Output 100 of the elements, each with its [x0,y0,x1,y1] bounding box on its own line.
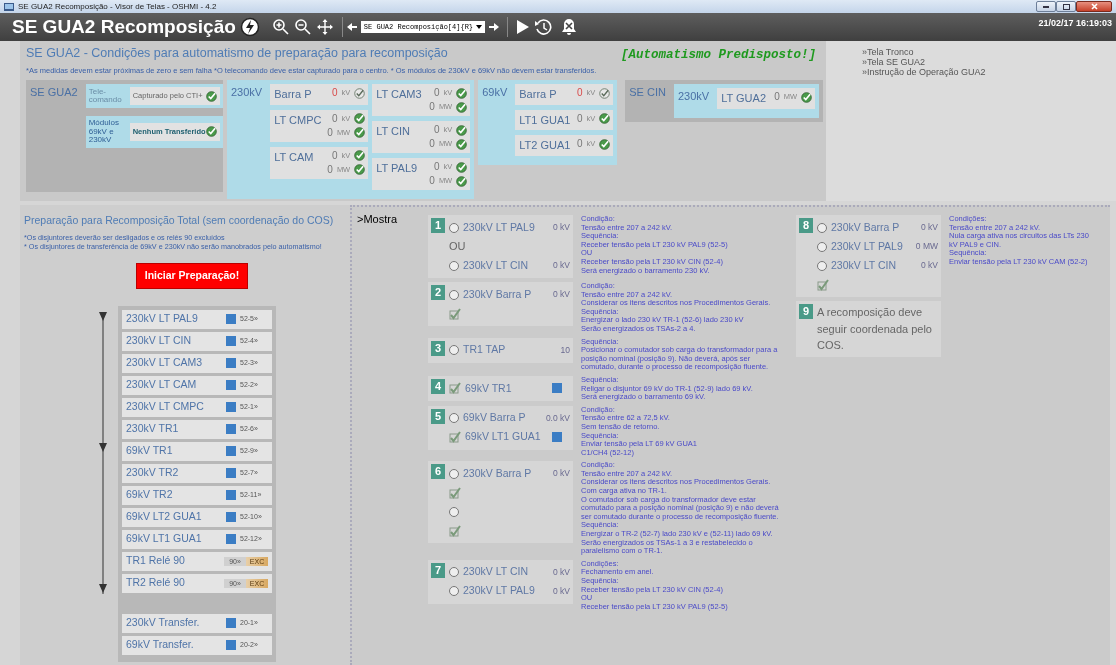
reading-value: 0 [433,86,440,100]
show-link[interactable]: >Mostra [357,211,398,228]
bus-label: 230kV [231,85,263,100]
bus-label: 69kV [482,85,508,100]
minimize-button[interactable] [1036,1,1056,12]
start-button[interactable]: Iniciar Preparação! [136,262,248,289]
checkmark-icon[interactable] [449,431,461,444]
breaker-indicator [226,468,236,479]
reading-value: 0 [433,123,440,137]
date-time: 21/02/17 16:19:03 [1038,17,1112,30]
step-value: 0 kV [553,565,570,579]
breaker-indicator [226,512,236,523]
line-name: LT GUA2 [721,91,766,106]
step-value: 0 kV [553,221,570,234]
zoom-out-icon[interactable] [293,18,312,36]
reading-value: 0 [331,111,338,126]
item-name: 230kV Transfer. [126,615,201,631]
screen-link[interactable]: »Tela SE GUA2 [862,57,1116,67]
reading-value: 0 [331,86,338,100]
reading-value: 0 [429,137,435,151]
breaker-indicator [226,490,236,501]
breaker-indicator [226,640,236,651]
radio-button[interactable] [449,506,459,517]
close-button[interactable] [1076,1,1112,12]
step-label: 230kV Barra P [463,465,532,481]
line-name: LT1 GUA1 [519,112,571,128]
step-value: 0 MW [915,240,938,253]
reading-value: 0 [331,148,338,163]
radio-button[interactable] [817,260,827,271]
line-name: LT CIN [376,124,411,139]
reading-value: 0 [774,90,780,104]
bus-label: 230kV [677,89,710,104]
reading-value: 0 [576,137,583,151]
item-name: TR2 Relé 90 [126,575,186,591]
breaker-indicator [226,618,236,629]
step-label: TR1 TAP [463,342,506,358]
step-label: 69kV Barra P [463,410,526,426]
history-icon[interactable] [533,18,552,36]
item-name: 69kV TR1 [126,443,174,459]
radio-button[interactable] [449,586,459,597]
step-value: 0 kV [553,584,570,598]
checkmark-icon[interactable] [449,307,461,320]
line-name: LT CAM3 [376,87,422,102]
line-name: LT CMPC [274,112,322,128]
step-number: 1 [431,218,445,233]
zoom-in-icon[interactable] [271,18,290,36]
arrow-left-icon[interactable] [346,22,357,32]
step-number: 5 [431,408,445,424]
step-number: 4 [431,378,445,394]
radio-button[interactable] [449,222,459,233]
play-icon[interactable] [515,19,530,35]
step-value: 0 kV [921,259,938,272]
line-name: LT CAM [274,149,314,165]
step-value: 10 [560,343,570,357]
radio-button[interactable] [817,222,827,233]
checkmark-icon[interactable] [449,486,461,499]
bell-off-icon[interactable] [559,18,578,36]
reading-value: 0 [327,125,333,140]
screen-link[interactable]: »Instrução de Operação GUA2 [862,67,1116,77]
maximize-icon [1062,3,1070,10]
checkmark-icon[interactable] [817,278,829,291]
item-name: 230kV LT CAM3 [126,355,204,371]
step-label: 230kV Barra P [831,219,900,235]
radio-button[interactable] [449,289,459,300]
item-name: 230kV TR1 [126,421,180,437]
radio-button[interactable] [449,468,459,479]
step-number: 6 [431,464,445,480]
step-number: 8 [799,218,813,233]
step-value: 0 kV [553,259,570,272]
move-icon[interactable] [315,18,334,36]
arrow-right-icon[interactable] [488,22,499,32]
item-name: 230kV LT CMPC [126,399,205,415]
radio-button[interactable] [449,413,459,424]
step-value: 0 kV [921,221,938,234]
radio-button[interactable] [449,567,459,578]
step-label: 69kV TR1 [465,380,512,396]
step-number: 7 [431,562,445,578]
group-label: SE GUA2 [30,85,78,100]
maximize-button[interactable] [1056,1,1076,12]
step-label: 69kV LT1 GUA1 [465,429,541,445]
minimize-icon [1043,5,1049,8]
window-title: SE GUA2 Recomposição - Visor de Telas - OSHMI - 4.2 [18,1,217,13]
line-name: LT2 GUA1 [519,138,571,153]
reading-value: 0 [576,86,583,100]
reading-value: 0 [576,111,583,126]
screen-link[interactable]: »Tela Tronco [862,47,1116,57]
line-name: Barra P [274,87,312,102]
checkmark-icon[interactable] [449,382,461,395]
power-icon[interactable] [239,17,260,37]
radio-button[interactable] [817,241,827,252]
item-name: 69kV LT2 GUA1 [126,509,203,525]
step-value: 0 kV [553,288,570,301]
step-value: 0.0 kV [545,411,570,425]
radio-button[interactable] [449,260,459,271]
reading-value: 0 [429,100,435,114]
radio-button[interactable] [449,345,459,356]
section-title: Preparação para Recomposição Total (sem coordenação do COS) [24,213,335,228]
step-number: 3 [431,340,445,356]
item-name: 230kV TR2 [126,465,180,481]
checkmark-icon[interactable] [449,524,461,537]
